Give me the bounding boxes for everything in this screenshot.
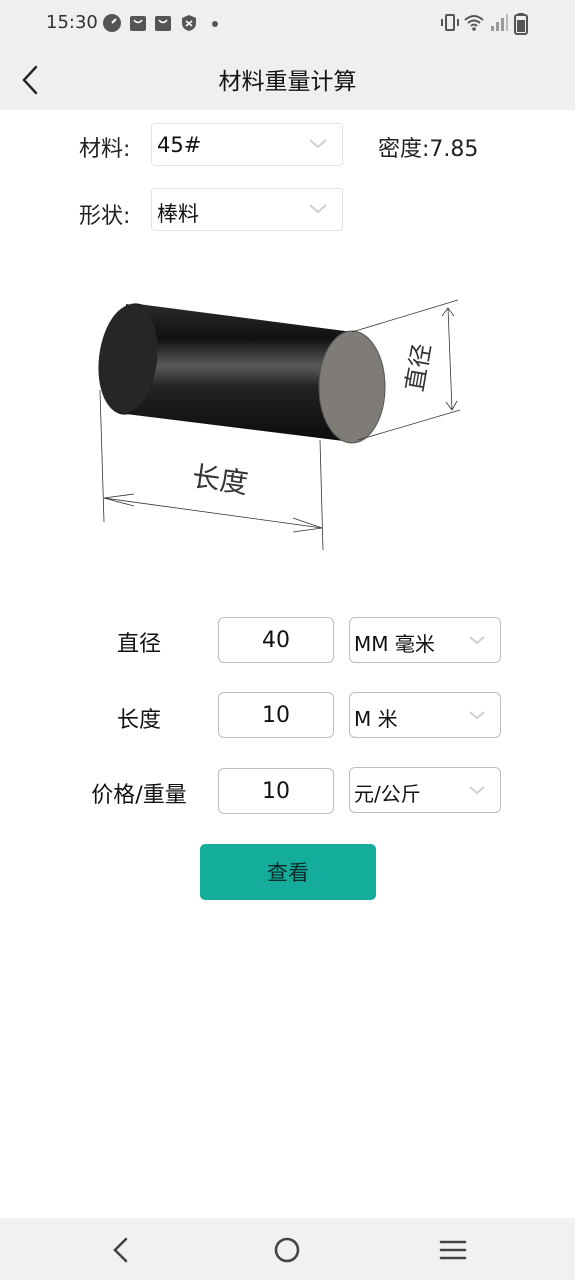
chevron-down-icon <box>309 139 327 149</box>
shape-select[interactable]: 棒料 <box>151 188 343 231</box>
diameter-dimension-label: 直径 <box>401 341 437 393</box>
signal-icon <box>491 14 508 31</box>
material-select[interactable]: 45# <box>151 123 343 166</box>
price-input[interactable] <box>218 768 334 814</box>
round-bar-illustration: 长度 直径 <box>98 299 461 551</box>
speedometer-icon <box>103 14 121 32</box>
chevron-down-icon <box>309 204 327 214</box>
shape-select-value: 棒料 <box>157 202 199 226</box>
app-bar: 材料重量计算 <box>0 48 575 110</box>
density-value: 密度:7.85 <box>378 137 479 162</box>
diameter-input[interactable] <box>218 617 334 663</box>
shield-icon <box>182 15 196 31</box>
menu-icon[interactable] <box>437 1234 469 1266</box>
wifi-icon <box>464 15 484 31</box>
diameter-unit-select[interactable]: MM 毫米 <box>349 617 501 663</box>
shape-label: 形状: <box>79 204 131 229</box>
battery-icon <box>514 13 528 35</box>
chevron-down-icon <box>469 786 485 795</box>
price-per-weight-label: 价格/重量 <box>91 783 187 808</box>
view-button[interactable]: 查看 <box>200 844 376 900</box>
price-unit-value: 元/公斤 <box>354 782 421 806</box>
chevron-down-icon <box>469 636 485 645</box>
page-title: 材料重量计算 <box>218 69 357 95</box>
shopping-bag-icon <box>130 16 146 31</box>
home-icon[interactable] <box>271 1234 303 1266</box>
length-unit-select[interactable]: M 米 <box>349 692 501 738</box>
vibrate-icon <box>441 14 459 31</box>
status-time: 15:30 <box>46 12 98 33</box>
material-label: 材料: <box>79 137 131 162</box>
diameter-unit-value: MM 毫米 <box>354 632 435 656</box>
status-bar: 15:30 <box>0 0 575 48</box>
length-label: 长度 <box>116 708 161 733</box>
dot-icon <box>212 21 218 27</box>
length-unit-value: M 米 <box>354 707 398 731</box>
material-select-value: 45# <box>157 133 202 157</box>
length-dimension-label: 长度 <box>190 460 250 500</box>
price-unit-select[interactable]: 元/公斤 <box>349 767 501 813</box>
length-input[interactable] <box>218 692 334 738</box>
diameter-label: 直径 <box>116 632 161 657</box>
shopping-bag-icon <box>155 16 171 31</box>
chevron-down-icon <box>469 711 485 720</box>
system-nav-bar <box>0 1218 575 1280</box>
back-icon[interactable] <box>105 1234 137 1266</box>
